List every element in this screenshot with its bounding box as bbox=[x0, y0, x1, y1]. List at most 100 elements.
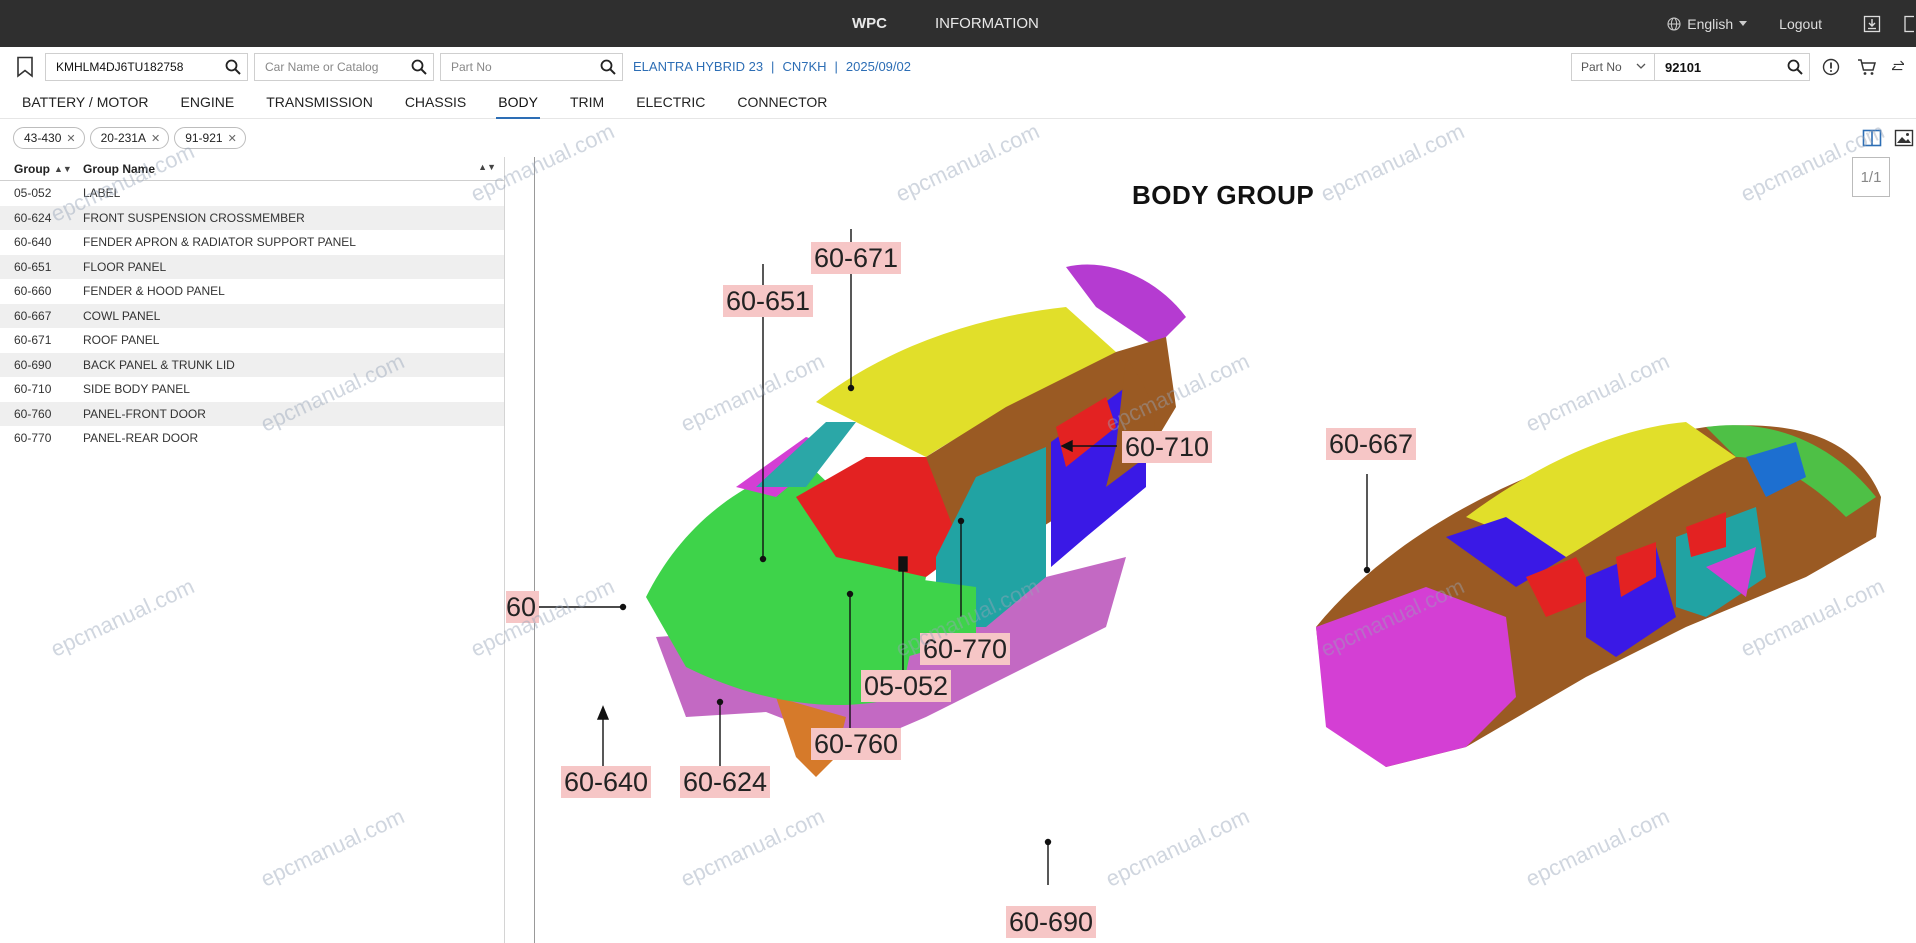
car-name-input[interactable] bbox=[255, 54, 405, 80]
tab-chassis[interactable]: CHASSIS bbox=[405, 87, 466, 119]
close-icon[interactable]: ✕ bbox=[66, 132, 75, 145]
group-code: 60-640 bbox=[14, 235, 52, 250]
group-name: BACK PANEL & TRUNK LID bbox=[83, 357, 235, 372]
vehicle-catalog[interactable]: CN7KH bbox=[782, 59, 826, 74]
callout-60-624[interactable]: 60-624 bbox=[680, 766, 771, 798]
diagram-viewer[interactable]: 1/1 BODY GROUP 60-671 60-651 60-710 60-6… bbox=[506, 157, 1916, 943]
vin-search-box bbox=[45, 53, 248, 81]
group-code: 60-770 bbox=[14, 431, 52, 446]
callout-60-640[interactable]: 60-640 bbox=[561, 766, 652, 798]
cart-icon[interactable] bbox=[1856, 56, 1878, 78]
top-bar: WPC INFORMATION English Logout bbox=[0, 0, 1916, 47]
nav-wpc[interactable]: WPC bbox=[852, 15, 887, 32]
part-search-box bbox=[1654, 53, 1810, 81]
group-code: 60-667 bbox=[14, 308, 52, 323]
download-icon[interactable] bbox=[1860, 12, 1884, 36]
callout-60-671[interactable]: 60-671 bbox=[811, 242, 902, 274]
column-group-name[interactable]: Group Name bbox=[70, 162, 504, 176]
tab-battery-motor[interactable]: BATTERY / MOTOR bbox=[22, 87, 149, 119]
car-rear-view bbox=[1316, 422, 1881, 767]
bookmark-icon[interactable] bbox=[16, 56, 34, 78]
close-icon[interactable]: ✕ bbox=[151, 132, 160, 145]
group-name: ROOF PANEL bbox=[83, 333, 160, 348]
main-nav: WPC INFORMATION bbox=[852, 0, 1039, 47]
group-name: SIDE BODY PANEL bbox=[83, 382, 190, 397]
close-icon[interactable]: ✕ bbox=[228, 132, 237, 145]
table-row[interactable]: 60-640 FENDER APRON & RADIATOR SUPPORT PA… bbox=[0, 230, 504, 255]
tab-trim[interactable]: TRIM bbox=[570, 87, 604, 119]
table-row[interactable]: 60-651 FLOOR PANEL bbox=[0, 254, 504, 279]
filter-chips: 43-430 ✕ 20-231A ✕ 91-921 ✕ bbox=[13, 127, 246, 149]
group-name: COWL PANEL bbox=[83, 308, 161, 323]
nav-information[interactable]: INFORMATION bbox=[935, 15, 1039, 32]
group-code: 60-624 bbox=[14, 210, 52, 225]
image-view-icon[interactable] bbox=[1894, 128, 1914, 148]
group-code: 60-690 bbox=[14, 357, 52, 372]
tab-engine[interactable]: ENGINE bbox=[181, 87, 235, 119]
group-table: Group ▲▼ Group Name ▲▼ 05-052 LABEL 60-624 F… bbox=[0, 157, 505, 943]
column-group[interactable]: Group ▲▼ bbox=[0, 162, 72, 176]
vin-input[interactable] bbox=[46, 54, 216, 80]
callout-05-052[interactable]: 05-052 bbox=[861, 670, 952, 702]
filter-chip[interactable]: 91-921 ✕ bbox=[174, 127, 246, 149]
category-tabs: BATTERY / MOTOR ENGINE TRANSMISSION CHAS… bbox=[0, 87, 1916, 119]
table-row[interactable]: 05-052 LABEL bbox=[0, 181, 504, 206]
callout-60-710[interactable]: 60-710 bbox=[1122, 431, 1213, 463]
tab-transmission[interactable]: TRANSMISSION bbox=[266, 87, 373, 119]
language-selector[interactable]: English bbox=[1667, 16, 1748, 32]
callout-60-660[interactable]: 60-660 bbox=[506, 591, 540, 623]
table-row[interactable]: 60-760 PANEL-FRONT DOOR bbox=[0, 401, 504, 426]
group-name: LABEL bbox=[83, 186, 121, 201]
group-name: FENDER & HOOD PANEL bbox=[83, 284, 225, 299]
body-illustration bbox=[539, 229, 1881, 885]
chevron-down-icon bbox=[1636, 63, 1646, 69]
group-code: 60-660 bbox=[14, 284, 52, 299]
table-row[interactable]: 60-624 FRONT SUSPENSION CROSSMEMBER bbox=[0, 205, 504, 230]
group-name: FENDER APRON & RADIATOR SUPPORT PANEL bbox=[83, 235, 356, 250]
tab-electric[interactable]: ELECTRIC bbox=[636, 87, 705, 119]
search-icon[interactable] bbox=[225, 59, 241, 75]
filter-chip[interactable]: 20-231A ✕ bbox=[89, 127, 170, 149]
vehicle-info: ELANTRA HYBRID 23 | CN7KH | 2025/09/02 bbox=[633, 59, 911, 74]
vehicle-date[interactable]: 2025/09/02 bbox=[846, 59, 911, 74]
filter-chip[interactable]: 43-430 ✕ bbox=[13, 127, 85, 149]
table-row[interactable]: 60-690 BACK PANEL & TRUNK LID bbox=[0, 352, 504, 377]
toolbar-icons bbox=[1820, 56, 1904, 78]
info-icon[interactable] bbox=[1820, 56, 1842, 78]
callout-60-770[interactable]: 60-770 bbox=[920, 633, 1011, 665]
partno-search-box bbox=[440, 53, 623, 81]
group-code: 05-052 bbox=[14, 186, 52, 201]
group-code: 60-760 bbox=[14, 406, 52, 421]
group-code: 60-651 bbox=[14, 259, 52, 274]
search-icon[interactable] bbox=[1787, 59, 1803, 75]
group-code: 60-671 bbox=[14, 333, 52, 348]
callout-60-760[interactable]: 60-760 bbox=[811, 728, 902, 760]
panel-icon[interactable] bbox=[1902, 12, 1916, 36]
table-row[interactable]: 60-667 COWL PANEL bbox=[0, 303, 504, 328]
group-name: PANEL-REAR DOOR bbox=[83, 431, 199, 446]
search-row: ELANTRA HYBRID 23 | CN7KH | 2025/09/02 P… bbox=[0, 47, 1916, 87]
table-row[interactable]: 60-710 SIDE BODY PANEL bbox=[0, 377, 504, 402]
callout-60-667[interactable]: 60-667 bbox=[1326, 428, 1417, 460]
table-header: Group ▲▼ Group Name ▲▼ bbox=[0, 157, 504, 181]
callout-60-651[interactable]: 60-651 bbox=[723, 285, 814, 317]
top-bar-actions: English Logout bbox=[1667, 0, 1916, 47]
table-row[interactable]: 60-770 PANEL-REAR DOOR bbox=[0, 426, 504, 451]
car-search-box bbox=[254, 53, 434, 81]
callout-60-690[interactable]: 60-690 bbox=[1006, 906, 1097, 938]
search-icon[interactable] bbox=[411, 59, 427, 75]
part-search-mode-label: Part No bbox=[1581, 60, 1622, 74]
swap-icon[interactable] bbox=[1892, 56, 1904, 78]
tab-connector[interactable]: CONNECTOR bbox=[737, 87, 827, 119]
vehicle-model[interactable]: ELANTRA HYBRID 23 bbox=[633, 59, 763, 74]
part-search-mode-select[interactable]: Part No bbox=[1571, 53, 1655, 81]
table-row[interactable]: 60-671 ROOF PANEL bbox=[0, 328, 504, 353]
search-icon[interactable] bbox=[600, 59, 616, 75]
part-search-input[interactable] bbox=[1655, 59, 1775, 75]
group-name: FLOOR PANEL bbox=[83, 259, 167, 274]
split-view-icon[interactable] bbox=[1862, 128, 1882, 148]
partno-input[interactable] bbox=[441, 54, 591, 80]
logout-link[interactable]: Logout bbox=[1779, 16, 1822, 32]
table-row[interactable]: 60-660 FENDER & HOOD PANEL bbox=[0, 279, 504, 304]
tab-body[interactable]: BODY bbox=[496, 87, 540, 119]
